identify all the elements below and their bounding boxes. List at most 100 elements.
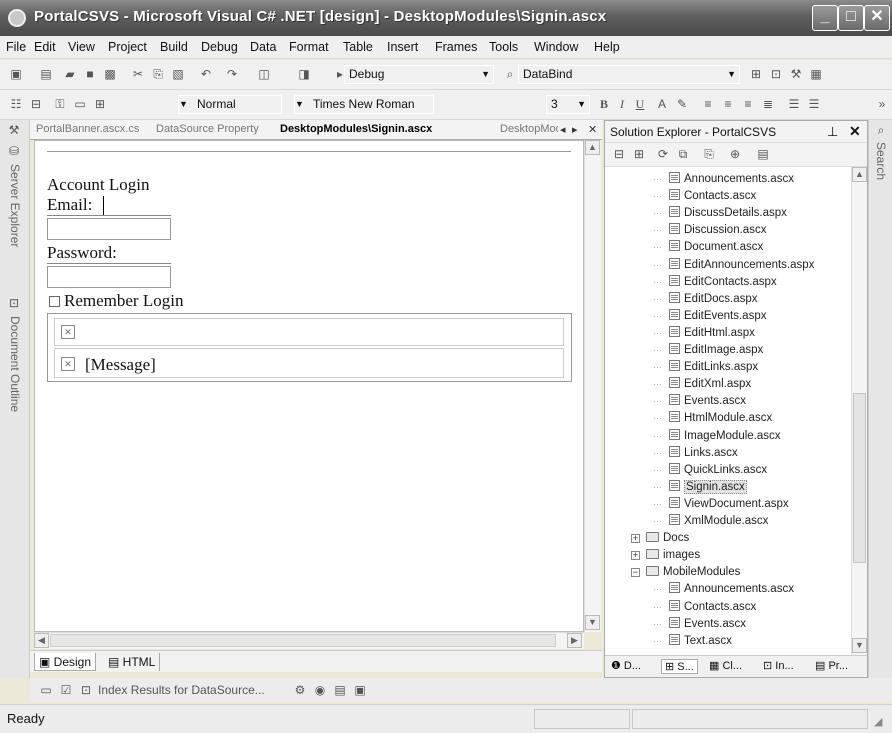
save-all-icon[interactable]: ▩ (102, 67, 118, 82)
align-right-icon[interactable]: ≡ (740, 97, 756, 112)
tree-file-item[interactable]: ··· Contacts.ascx (653, 188, 756, 205)
italic-button[interactable]: I (614, 97, 630, 112)
undo-icon[interactable]: ↶ (198, 67, 214, 82)
menu-help[interactable]: Help (594, 40, 620, 54)
copy-icon[interactable]: ⎘ (150, 67, 166, 82)
search-tab[interactable]: Search (874, 142, 888, 180)
command-window-icon[interactable]: ▤ (332, 683, 348, 698)
tree-file-item[interactable]: ··· Document.ascx (653, 239, 763, 256)
output-window-icon[interactable]: ▭ (38, 683, 54, 698)
email-field[interactable] (47, 218, 171, 240)
underline-button[interactable]: U (632, 97, 648, 112)
view-code-icon[interactable]: ⊟ (611, 147, 627, 162)
tree-file-item[interactable]: ··· Text.ascx (653, 633, 732, 650)
tab-dynamic-help[interactable]: ❶ D... (611, 659, 641, 672)
scroll-right-icon[interactable]: ▶ (567, 633, 582, 648)
tree-file-item[interactable]: ··· EditEvents.aspx (653, 308, 766, 325)
tab-signin-ascx[interactable]: DesktopModules\Signin.ascx (280, 123, 432, 135)
remember-login-checkbox[interactable] (49, 296, 60, 307)
menu-project[interactable]: Project (108, 40, 147, 54)
close-button[interactable]: ✕ (864, 5, 890, 31)
menu-frames[interactable]: Frames (435, 40, 477, 54)
tree-folder-item[interactable]: − MobileModules (631, 564, 740, 581)
close-icon[interactable]: ✕ (849, 123, 861, 140)
resize-grip-icon[interactable]: ◢ (874, 715, 882, 728)
lock-icon[interactable]: ⚿ (52, 97, 68, 112)
snap-grid-icon[interactable]: ⊟ (28, 97, 44, 112)
navigate-forward-icon[interactable]: ◨ (296, 67, 312, 82)
redo-icon[interactable]: ↷ (224, 67, 240, 82)
tree-file-item[interactable]: ··· QuickLinks.ascx (653, 462, 767, 479)
bullet-list-icon[interactable]: ☰ (806, 97, 822, 112)
highlight-icon[interactable]: ✎ (674, 97, 690, 112)
numbered-list-icon[interactable]: ☰ (786, 97, 802, 112)
table-icon[interactable]: ▭ (72, 97, 88, 112)
add-item-icon[interactable]: ▤ (38, 67, 54, 82)
justify-icon[interactable]: ≣ (760, 97, 776, 112)
toolbox-icon[interactable]: ⚒ (6, 123, 22, 138)
view-designer-icon[interactable]: ⊞ (631, 147, 647, 162)
new-project-icon[interactable]: ▣ (8, 67, 24, 82)
tree-file-item[interactable]: ··· Signin.ascx (653, 479, 747, 496)
tree-file-item[interactable]: ··· EditAnnouncements.aspx (653, 257, 814, 274)
scroll-up-icon[interactable]: ▲ (852, 167, 867, 182)
menu-window[interactable]: Window (534, 40, 578, 54)
menu-edit[interactable]: Edit (34, 40, 56, 54)
tree-file-item[interactable]: ··· Events.ascx (653, 616, 746, 633)
maximize-button[interactable]: □ (838, 5, 864, 31)
scroll-left-icon[interactable]: ◀ (34, 633, 49, 648)
align-center-icon[interactable]: ≡ (720, 97, 736, 112)
solution-config-dropdown[interactable]: Debug ▼ (344, 65, 494, 84)
tab-scroll-left-icon[interactable]: ◂ (560, 123, 566, 136)
designer-horizontal-scrollbar[interactable]: ◀ ▶ (34, 632, 584, 649)
tab-properties[interactable]: ▤ Pr... (815, 659, 848, 672)
scroll-down-icon[interactable]: ▼ (585, 615, 600, 630)
tree-file-item[interactable]: ··· EditLinks.aspx (653, 359, 758, 376)
find-dropdown[interactable]: DataBind ▼ (518, 65, 740, 84)
tree-folder-item[interactable]: + Docs (631, 530, 689, 547)
show-all-files-icon[interactable]: ⧉ (675, 147, 691, 162)
font-size-dropdown[interactable]: 3 ▼ (546, 95, 590, 114)
tab-scroll-right-icon[interactable]: ▸ (572, 123, 578, 136)
menu-debug[interactable]: Debug (201, 40, 238, 54)
call-stack-icon[interactable]: ⚙ (292, 683, 308, 698)
tab-desktop-module[interactable]: DesktopModule (500, 123, 558, 135)
class-view-icon[interactable]: ▦ (808, 67, 824, 82)
tree-file-item[interactable]: ··· EditHtml.aspx (653, 325, 755, 342)
tab-portal-banner[interactable]: PortalBanner.ascx.cs (36, 123, 139, 135)
tree-folder-item[interactable]: + images (631, 547, 700, 564)
menu-build[interactable]: Build (160, 40, 188, 54)
insert-table-icon[interactable]: ⊞ (92, 97, 108, 112)
app-icon[interactable] (8, 9, 26, 27)
immediate-window-icon[interactable]: ▣ (352, 683, 368, 698)
refresh-icon[interactable]: ⟳ (655, 147, 671, 162)
menu-format[interactable]: Format (289, 40, 329, 54)
tree-file-item[interactable]: ··· Announcements.ascx (653, 171, 794, 188)
tab-class-view[interactable]: ▦ Cl... (709, 659, 742, 672)
tree-file-item[interactable]: ··· EditDocs.aspx (653, 291, 758, 308)
menu-tools[interactable]: Tools (489, 40, 518, 54)
toolbox-icon[interactable]: ⚒ (788, 67, 804, 82)
tab-datasource-property[interactable]: DataSource Property (156, 123, 259, 135)
navigate-icon[interactable]: ◫ (256, 67, 272, 82)
tab-solution-explorer[interactable]: ⊞ S... (661, 659, 698, 674)
tab-html[interactable]: ▤ HTML (104, 653, 161, 671)
solution-explorer-scrollbar[interactable]: ▲ ▼ (851, 167, 867, 655)
scroll-down-icon[interactable]: ▼ (852, 638, 867, 653)
save-icon[interactable]: ■ (82, 67, 98, 82)
designer-vertical-scrollbar[interactable]: ▲ ▼ (584, 140, 601, 632)
tab-design[interactable]: ▣ Design (34, 653, 97, 671)
properties-icon[interactable]: ▤ (755, 147, 771, 162)
document-outline-icon[interactable]: ⊡ (6, 296, 22, 311)
server-explorer-tab[interactable]: Server Explorer (8, 164, 22, 247)
open-file-icon[interactable]: ▰ (62, 67, 78, 82)
scroll-thumb[interactable] (853, 393, 866, 563)
font-name-dropdown[interactable]: ▼ Times New Roman (294, 95, 434, 114)
toolbar-overflow-icon[interactable]: » (874, 97, 890, 112)
menu-view[interactable]: View (68, 40, 95, 54)
task-list-icon[interactable]: ☑ (58, 683, 74, 698)
tree-file-item[interactable]: ··· Contacts.ascx (653, 599, 756, 616)
tree-file-item[interactable]: ··· EditXml.aspx (653, 376, 751, 393)
search-icon[interactable]: ⌕ (873, 123, 889, 138)
solution-explorer-icon[interactable]: ⊞ (748, 67, 764, 82)
